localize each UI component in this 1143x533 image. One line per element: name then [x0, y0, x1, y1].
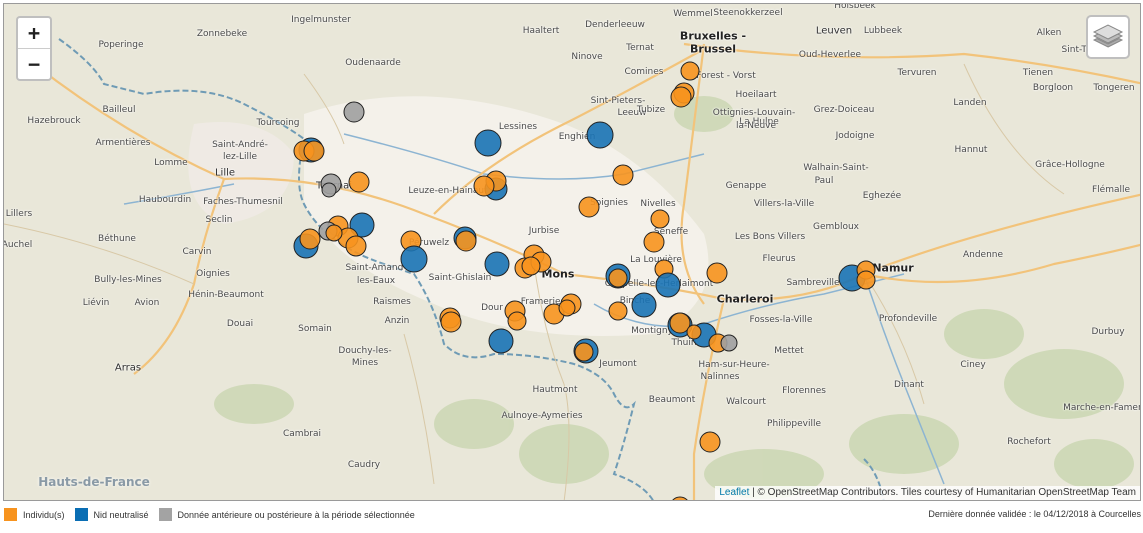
zoom-in-button[interactable]: + — [18, 18, 50, 48]
nest-marker[interactable] — [655, 272, 681, 298]
last-data-note: Dernière donnée validée : le 04/12/2018 … — [928, 509, 1141, 519]
individual-marker[interactable] — [608, 301, 628, 321]
nest-marker[interactable] — [586, 121, 614, 149]
legend-swatch-other — [158, 508, 172, 521]
nest-marker[interactable] — [400, 245, 428, 273]
map-attribution: Leaflet | © OpenStreetMap Contributors. … — [715, 486, 1140, 500]
individual-marker[interactable] — [608, 268, 628, 288]
legend-label-nest: Nid neutralisé — [93, 509, 149, 520]
individual-marker[interactable] — [578, 196, 600, 218]
leaflet-link[interactable]: Leaflet — [719, 487, 749, 498]
legend: Individu(s) Nid neutralisé Donnée antéri… — [4, 508, 425, 521]
attribution-text: OpenStreetMap Contributors. Tiles courte… — [767, 487, 1136, 498]
individual-marker[interactable] — [574, 342, 594, 362]
individual-marker[interactable] — [303, 140, 325, 162]
zoom-control: + − — [16, 16, 52, 81]
nest-marker[interactable] — [631, 292, 657, 318]
layers-icon — [1092, 24, 1124, 48]
map-container[interactable]: Ingelmunster Zonnebeke Poperinge Oudenaarde… — [3, 3, 1141, 501]
individual-marker[interactable] — [521, 256, 541, 276]
legend-swatch-individual — [4, 508, 17, 521]
legend-label-other: Donnée antérieure ou postérieure à la pé… — [177, 509, 415, 520]
legend-item-individual: Individu(s) — [4, 508, 65, 521]
individual-marker[interactable] — [558, 299, 576, 317]
individual-marker[interactable] — [643, 231, 665, 253]
individual-marker[interactable] — [440, 311, 462, 333]
layers-button[interactable] — [1086, 15, 1130, 59]
individual-marker[interactable] — [680, 61, 700, 81]
individual-marker[interactable] — [345, 235, 367, 257]
individual-marker[interactable] — [856, 270, 876, 290]
other-period-marker[interactable] — [720, 334, 738, 352]
other-period-marker[interactable] — [343, 101, 365, 123]
zoom-out-button[interactable]: − — [18, 48, 50, 79]
nest-marker[interactable] — [488, 328, 514, 354]
individual-marker[interactable] — [299, 228, 321, 250]
nest-marker[interactable] — [484, 251, 510, 277]
individual-marker[interactable] — [507, 311, 527, 331]
legend-item-nest: Nid neutralisé — [74, 508, 149, 521]
individual-marker[interactable] — [670, 496, 690, 501]
individual-marker[interactable] — [699, 431, 721, 453]
individual-marker[interactable] — [670, 86, 692, 108]
legend-swatch-nest — [74, 508, 88, 521]
individual-marker[interactable] — [686, 324, 702, 340]
individual-marker[interactable] — [706, 262, 728, 284]
nest-marker[interactable] — [474, 129, 502, 157]
legend-item-other: Donnée antérieure ou postérieure à la pé… — [158, 508, 415, 521]
marker-layer[interactable] — [4, 4, 1141, 501]
individual-marker[interactable] — [473, 175, 495, 197]
individual-marker[interactable] — [650, 209, 670, 229]
individual-marker[interactable] — [348, 171, 370, 193]
individual-marker[interactable] — [325, 224, 343, 242]
other-period-marker[interactable] — [321, 182, 337, 198]
attribution-separator: | © — [749, 487, 768, 498]
legend-label-individual: Individu(s) — [23, 509, 65, 520]
individual-marker[interactable] — [455, 230, 477, 252]
individual-marker[interactable] — [612, 164, 634, 186]
